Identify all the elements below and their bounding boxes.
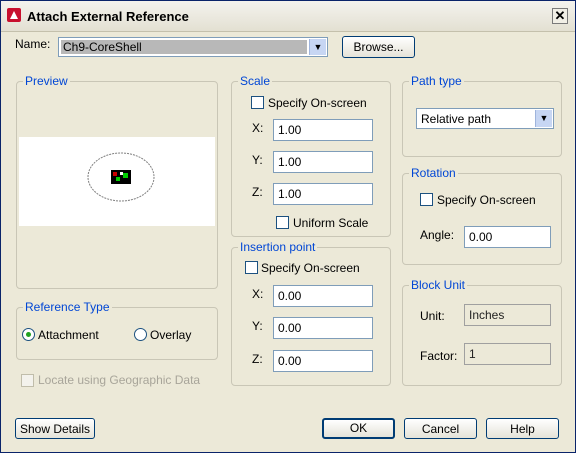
overlay-label: Overlay bbox=[150, 328, 192, 342]
rotation-legend: Rotation bbox=[409, 166, 458, 180]
insertion-specify-label: Specify On-screen bbox=[261, 261, 360, 275]
reference-type-legend: Reference Type bbox=[23, 300, 112, 314]
factor-label: Factor: bbox=[420, 349, 458, 363]
insertion-z-field[interactable]: 0.00 bbox=[273, 350, 373, 372]
scale-z-field[interactable]: 1.00 bbox=[273, 183, 373, 205]
angle-field[interactable]: 0.00 bbox=[464, 226, 551, 248]
path-type-legend: Path type bbox=[409, 74, 464, 88]
preview-group: Preview bbox=[16, 74, 218, 289]
insertion-y-label: Y: bbox=[252, 319, 263, 333]
name-label: Name: bbox=[15, 37, 51, 51]
unit-label: Unit: bbox=[420, 309, 445, 323]
insertion-y-field[interactable]: 0.00 bbox=[273, 317, 373, 339]
rotation-specify-label: Specify On-screen bbox=[437, 193, 536, 207]
close-button[interactable]: ✕ bbox=[552, 8, 568, 24]
attach-xref-dialog: Attach External Reference ✕ Name: Ch9-Co… bbox=[0, 0, 576, 453]
scale-specify-checkbox[interactable] bbox=[251, 96, 264, 109]
help-button[interactable]: Help bbox=[486, 418, 559, 439]
path-type-value: Relative path bbox=[421, 112, 492, 126]
rotation-specify-checkbox[interactable] bbox=[420, 193, 433, 206]
attachment-label: Attachment bbox=[38, 328, 99, 342]
close-icon: ✕ bbox=[554, 8, 566, 23]
insertion-point-legend: Insertion point bbox=[238, 240, 318, 254]
rotation-group: Rotation bbox=[402, 166, 562, 265]
scale-y-field[interactable]: 1.00 bbox=[273, 151, 373, 173]
overlay-radio[interactable] bbox=[134, 328, 147, 341]
chevron-down-icon[interactable]: ▼ bbox=[309, 39, 326, 55]
scale-z-label: Z: bbox=[252, 185, 263, 199]
autocad-app-icon bbox=[7, 8, 21, 22]
insertion-x-field[interactable]: 0.00 bbox=[273, 285, 373, 307]
browse-button[interactable]: Browse... bbox=[342, 36, 415, 58]
block-unit-group: Block Unit bbox=[402, 278, 562, 386]
uniform-scale-checkbox[interactable] bbox=[276, 216, 289, 229]
insertion-specify-checkbox[interactable] bbox=[245, 261, 258, 274]
scale-legend: Scale bbox=[238, 74, 273, 88]
cancel-button[interactable]: Cancel bbox=[404, 418, 477, 439]
geographic-checkbox[interactable] bbox=[21, 374, 34, 387]
insertion-z-label: Z: bbox=[252, 352, 263, 366]
scale-x-field[interactable]: 1.00 bbox=[273, 119, 373, 141]
dialog-title: Attach External Reference bbox=[27, 9, 189, 24]
scale-specify-label: Specify On-screen bbox=[268, 96, 367, 110]
angle-label: Angle: bbox=[420, 228, 455, 242]
factor-value: 1 bbox=[464, 343, 551, 365]
preview-legend: Preview bbox=[23, 74, 70, 88]
ok-button[interactable]: OK bbox=[322, 418, 395, 439]
scale-y-label: Y: bbox=[252, 153, 263, 167]
path-type-dropdown[interactable]: Relative path ▼ bbox=[416, 108, 554, 129]
show-details-button[interactable]: Show Details bbox=[15, 418, 95, 439]
uniform-scale-label: Uniform Scale bbox=[293, 216, 369, 230]
unit-value: Inches bbox=[464, 304, 551, 326]
insertion-x-label: X: bbox=[252, 287, 264, 301]
scale-x-label: X: bbox=[252, 121, 264, 135]
attachment-radio[interactable] bbox=[22, 328, 35, 341]
preview-image bbox=[19, 137, 215, 226]
chevron-down-icon[interactable]: ▼ bbox=[535, 110, 552, 127]
block-unit-legend: Block Unit bbox=[409, 278, 468, 292]
name-dropdown[interactable]: Ch9-CoreShell ▼ bbox=[58, 37, 328, 57]
geographic-label: Locate using Geographic Data bbox=[38, 373, 201, 387]
name-value: Ch9-CoreShell bbox=[61, 40, 307, 54]
xref-preview-graphic bbox=[87, 152, 155, 202]
title-bar: Attach External Reference ✕ bbox=[1, 1, 575, 32]
